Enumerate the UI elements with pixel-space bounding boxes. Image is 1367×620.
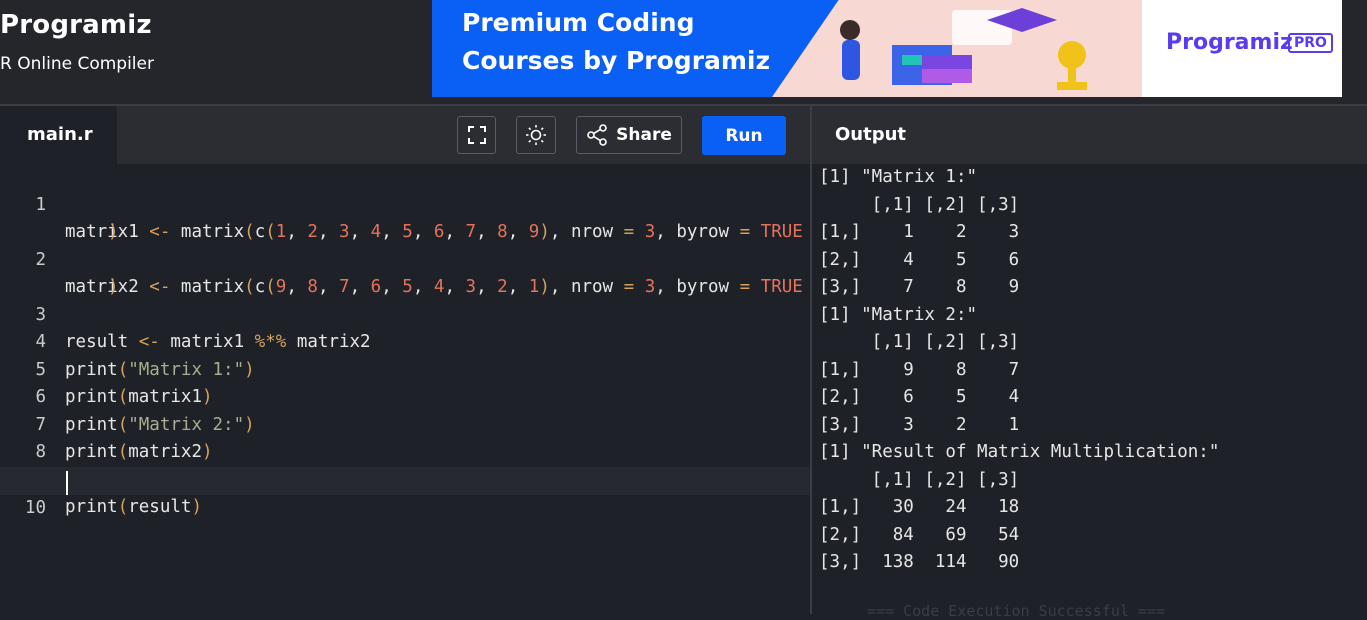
output-header: Output [812, 106, 1367, 164]
share-button[interactable]: Share [576, 116, 682, 154]
brand-logo[interactable]: Programiz [0, 10, 152, 40]
line-number: 10 [24, 497, 46, 518]
share-icon [587, 124, 607, 146]
banner-headline-line2: Courses by Programiz [462, 46, 771, 75]
code-line: 5 print(matrix1) [0, 329, 810, 408]
output-line: [1] "Matrix 1:" [819, 167, 978, 187]
code-editor[interactable]: 1 matrix1 <- matrix(c(1, 2, 3, 4, 5, 6, … [0, 164, 810, 614]
theme-toggle-button[interactable] [516, 116, 556, 154]
tab-label: main.r [27, 124, 93, 145]
output-line: [3,] 7 8 9 [819, 277, 1020, 297]
run-button[interactable]: Run [702, 116, 786, 155]
output-line: [,1] [,2] [,3] [819, 195, 1020, 215]
banner-headline-line1: Premium Coding [462, 8, 695, 37]
page-subtitle: R Online Compiler [0, 54, 154, 74]
output-line: [2,] 84 69 54 [819, 525, 1020, 545]
output-line: [1,] 30 24 18 [819, 497, 1020, 517]
output-line: [3,] 138 114 90 [819, 552, 1020, 572]
output-title: Output [835, 124, 907, 145]
code-line: 9 print(result) [0, 439, 810, 518]
output-line: [3,] 3 2 1 [819, 415, 1020, 435]
code-line: 1 matrix1 <- matrix(c(1, 2, 3, 4, 5, 6, … [0, 164, 810, 243]
code-line: 6 print("Matrix 2:") [0, 357, 810, 435]
banner-brand-logo: Programiz [1166, 30, 1293, 55]
code-line: 8 print("Result of Matrix Multiplication… [0, 412, 810, 490]
output-panel: [1] "Matrix 1:" [,1] [,2] [,3] [1,] 1 2 … [812, 164, 1367, 620]
banner-brand-panel: Programiz PRO [1142, 0, 1342, 97]
promo-banner[interactable]: Premium Coding Courses by Programiz Prog… [432, 0, 1342, 97]
illustration-graphic [840, 8, 1087, 90]
code-line-active: 10 [0, 467, 810, 518]
code-text: print(result) [65, 497, 202, 517]
output-line: [1,] 1 2 3 [819, 222, 1020, 242]
code-line: ) [0, 247, 810, 297]
output-line: [1,] 9 8 7 [819, 360, 1020, 380]
code-line: 7 print(matrix2) [0, 384, 810, 463]
top-header: Programiz R Online Compiler Premium Codi… [0, 0, 1367, 104]
execution-status: === Code Execution Successful === [867, 602, 1166, 620]
tab-main-r[interactable]: main.r [0, 106, 117, 166]
output-line: [,1] [,2] [,3] [819, 470, 1020, 490]
output-line: [2,] 4 5 6 [819, 250, 1020, 270]
output-line: [1] "Result of Matrix Multiplication:" [819, 442, 1220, 462]
output-line: [2,] 6 5 4 [819, 387, 1020, 407]
text-cursor [66, 471, 68, 495]
code-line: 3 result <- matrix1 %*% matrix2 [0, 274, 810, 353]
output-line: [1] "Matrix 2:" [819, 305, 978, 325]
share-label: Share [616, 125, 672, 145]
code-line: ) [0, 192, 810, 242]
fullscreen-button[interactable] [457, 116, 496, 154]
fullscreen-icon [467, 126, 486, 144]
code-line: 4 print("Matrix 1:") [0, 302, 810, 380]
pro-badge: PRO [1288, 33, 1333, 53]
editor-toolbar: main.r Share Run [0, 106, 810, 166]
banner-illustration [772, 0, 1142, 97]
code-line: 2 matrix2 <- matrix(c(9, 8, 7, 6, 5, 4, … [0, 219, 810, 298]
sun-icon [526, 125, 546, 145]
output-line: [,1] [,2] [,3] [819, 332, 1020, 352]
